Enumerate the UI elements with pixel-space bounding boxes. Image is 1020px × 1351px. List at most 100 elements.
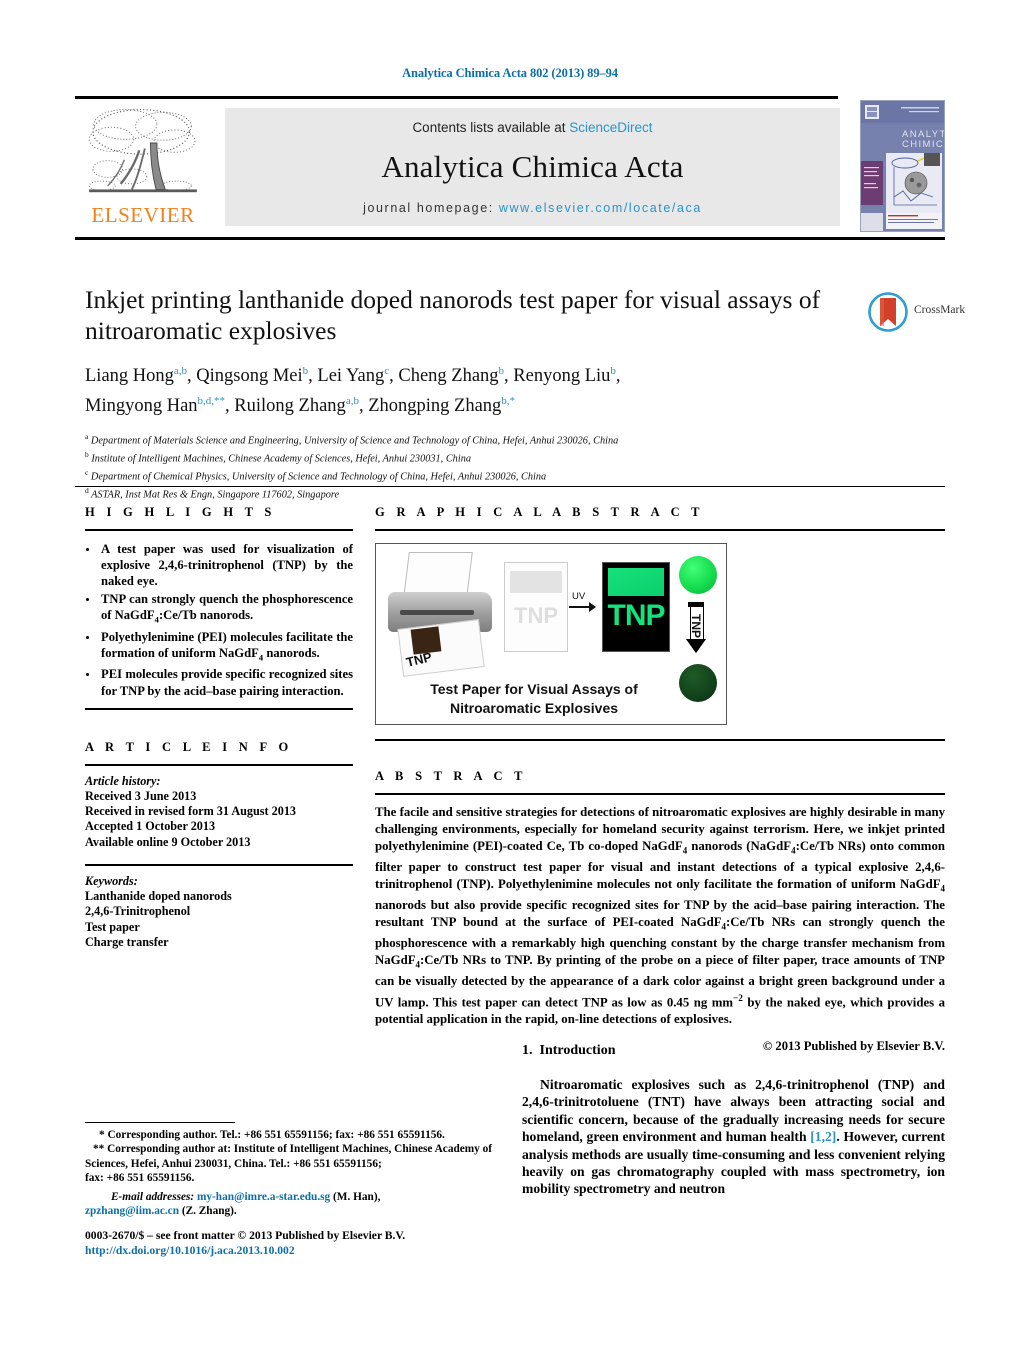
elsevier-logo: ELSEVIER [79,104,207,230]
abstract-text: The facile and sensitive strategies for … [375,805,945,1027]
uv-paper-tnp-label: TNP [607,599,666,632]
highlight-item: Polyethylenimine (PEI) molecules facilit… [99,629,353,666]
author-name: Qingsong Mei [196,366,303,387]
affiliation-marker: c [85,467,89,477]
author-affiliation-marker: b [302,365,309,377]
email-owner-1: (M. Han), [333,1190,381,1203]
author-line-2: Mingyong Hanb,d,**, Ruilong Zhanga,b, Zh… [85,395,516,417]
tnp-gradient-label: TNP [689,614,703,638]
author-name: Cheng Zhang [398,366,499,387]
blank-paper-tnp-label: TNP [514,603,558,628]
article-history-item: Received in revised form 31 August 2013 [85,804,297,819]
highlight-item: A test paper was used for visualization … [99,541,353,590]
highlights-list: A test paper was used for visualization … [85,541,353,699]
introduction-number: 1. [522,1043,533,1058]
page-title: Inkjet printing lanthanide doped nanorod… [85,285,821,345]
keyword-item: Test paper [85,919,140,934]
doi-link[interactable]: http://dx.doi.org/10.1016/j.aca.2013.10.… [85,1243,545,1258]
blank-paper-band [510,571,562,593]
introduction-heading: 1. Introduction [522,1043,945,1059]
introduction-paragraph: Nitroaromatic explosives such as 2,4,6-t… [522,1077,946,1197]
author-line-1: Liang Honga,b, Qingsong Meib, Lei Yangc,… [85,365,621,387]
abstract-rule [375,793,945,795]
footnote-rule [85,1122,235,1123]
author-affiliation-marker: b [498,365,505,377]
journal-cover-thumbnail: ANALYTICA CHIMICA ACTA [860,100,945,232]
elsevier-wordmark: ELSEVIER [91,203,195,227]
author-affiliation-marker: b,d,** [197,395,226,408]
footnote-block: * Corresponding author. Tel.: +86 551 65… [85,1128,505,1218]
bright-green-spot [679,556,717,594]
keywords-rule [85,864,353,867]
article-history-label: Article history: [85,773,161,788]
masthead-bottom-rule [75,237,945,240]
graphical-abstract-caption: Test Paper for Visual Assays of Nitroaro… [384,680,684,718]
corresponding-author-note-2b: fax: +86 551 65591156. [85,1172,195,1185]
affiliation-marker: a [85,432,89,442]
affiliation: a Department of Materials Science and En… [85,432,619,447]
author-affiliation-marker: a,b [345,395,359,408]
svg-text:CHIMICA ACTA: CHIMICA ACTA [902,139,944,150]
contents-prefix: Contents lists available at [412,120,570,135]
contents-available-line: Contents lists available at ScienceDirec… [225,120,840,135]
graphical-abstract-heading: G R A P H I C A L A B S T R A C T [375,505,704,519]
inkjet-printer-icon: TNP [384,552,494,677]
highlights-bottom-rule [85,707,353,710]
keyword-item: 2,4,6-Trinitrophenol [85,904,191,919]
author-affiliation-marker: b,* [501,395,516,408]
article-info-rule [85,763,353,766]
uv-label: UV [572,591,586,602]
graphical-abstract-bottom-rule [375,739,945,741]
printer-output-slot [400,610,474,615]
highlight-item: PEI molecules provide specific recognize… [99,666,353,698]
author-affiliation-marker: c [384,365,390,377]
article-history-item: Accepted 1 October 2013 [85,819,216,834]
affiliation: b Institute of Intelligent Machines, Chi… [85,450,471,465]
crossmark-icon [868,292,908,332]
graphical-abstract-figure: TNP TNP UV TNP TNP Test Paper for Visual… [375,543,727,725]
keyword-item: Lanthanide doped nanorods [85,889,232,904]
sciencedirect-link[interactable]: ScienceDirect [569,120,652,135]
left-column: H I G H L I G H T S A test paper was use… [85,505,353,950]
caption-line-1: Test Paper for Visual Assays of [430,681,638,697]
journal-homepage-line: journal homepage: www.elsevier.com/locat… [225,201,840,215]
keywords-label: Keywords: [85,874,138,889]
email-addresses-line-2: zpzhang@iim.ac.cn (Z. Zhang). [85,1204,505,1218]
highlight-item: TNP can strongly quench the phosphoresce… [99,591,353,628]
crossmark-label: CrossMark [914,304,966,316]
arrow-head [686,639,706,653]
right-column: G R A P H I C A L A B S T R A C T TNP TN… [375,505,945,1054]
author-affiliation-marker: a,b [173,365,188,377]
corresponding-author-note-2: ** Corresponding author at: Institute of… [85,1143,493,1170]
uv-paper-green-band [608,568,664,596]
author-affiliation-marker: b [610,365,616,377]
author-name: Zhongping Zhang [368,396,502,417]
author-name: Mingyong Han [85,396,198,417]
journal-header-box: Contents lists available at ScienceDirec… [225,108,840,226]
issn-copyright-line: 0003-2670/$ – see front matter © 2013 Pu… [85,1229,406,1242]
uv-illuminated-paper: TNP [602,562,670,652]
masthead-top-rule [75,96,838,99]
journal-homepage-link[interactable]: www.elsevier.com/locate/aca [499,201,702,215]
journal-title: Analytica Chimica Acta [381,149,684,184]
journal-masthead: ELSEVIER Contents lists available at Sci… [75,96,945,240]
email-link-1[interactable]: my-han@imre.a-star.edu.sg [197,1191,330,1203]
affiliation-list: a Department of Materials Science and En… [85,430,875,501]
email-link-2[interactable]: zpzhang@iim.ac.cn [85,1205,179,1217]
affiliation: c Department of Chemical Physics, Univer… [85,467,547,483]
article-history-lines: Received 3 June 2013 Received in revised … [85,789,353,850]
keyword-item: Charge transfer [85,934,169,949]
keywords-lines: Lanthanide doped nanorods 2,4,6-Trinitrop… [85,889,353,950]
imprint-block: 0003-2670/$ – see front matter © 2013 Pu… [85,1228,545,1258]
article-history-item: Received 3 June 2013 [85,788,197,803]
email-owner-2: (Z. Zhang). [181,1205,237,1218]
email-addresses-line: E-mail addresses: my-han@imre.a-star.edu… [85,1190,505,1204]
article-info-heading: A R T I C L E I N F O [85,739,293,754]
crossmark-badge[interactable]: CrossMark [868,292,966,334]
journal-article-page: Analytica Chimica Acta 802 (2013) 89–94 [0,0,1020,1351]
email-addresses-label: E-mail addresses: [111,1190,195,1203]
citation-link[interactable]: [1,2] [810,1129,836,1144]
graphical-abstract-rule [375,529,945,531]
author-name: Lei Yang [317,366,385,387]
title-bottom-rule [75,486,945,487]
